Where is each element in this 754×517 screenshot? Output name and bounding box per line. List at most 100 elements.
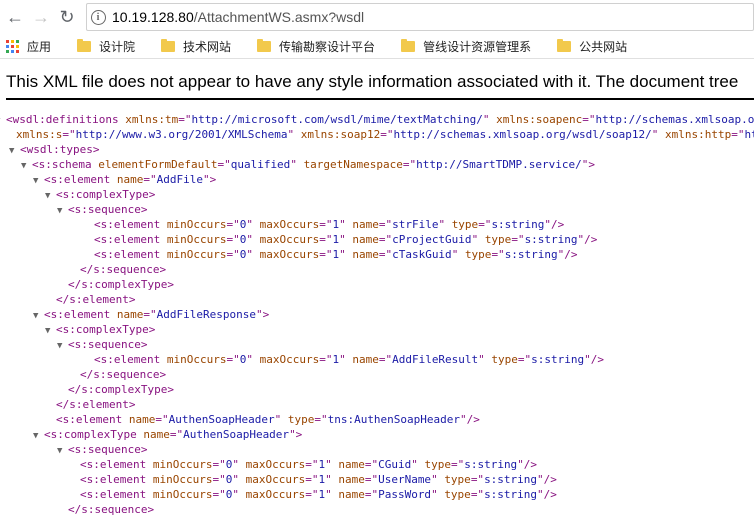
xml-line: <s:element minOccurs="0" maxOccurs="1" n… [94,352,604,367]
xml-tag: "> [202,173,217,186]
bookmark-folder-public-sites[interactable]: 公共网站 [557,38,627,55]
bookmark-apps[interactable]: 应用 [6,38,51,55]
xml-tag: "> [289,428,303,441]
xml-line: <s:element minOccurs="0" maxOccurs="1" n… [94,232,597,247]
xml-tag: <s:complexType> [56,323,156,336]
xml-val: http://schemas.xmlsoap.org/wsdl/soap12/ [393,128,652,141]
xml-tag: </s:sequence> [80,368,167,381]
xml-tag: =" [378,218,393,231]
url-bar[interactable]: i 10.19.128.80/AttachmentWS.asmx?wsdl [86,3,754,31]
xml-val: cTaskGuid [392,248,452,261]
bookmark-folder-tech-sites[interactable]: 技术网站 [161,38,231,55]
xml-line: <s:element minOccurs="0" maxOccurs="1" n… [80,487,557,502]
address-toolbar: ← → ↻ i 10.19.128.80/AttachmentWS.asmx?w… [0,0,754,34]
xml-tag: =" [378,248,393,261]
bookmark-folder-design-institute[interactable]: 设计院 [77,38,135,55]
xml-tag: <s:element [94,353,167,366]
xml-tag: " [451,248,465,261]
xml-line: ▼ <s:sequence> [57,202,147,217]
collapse-triangle-icon[interactable]: ▼ [33,429,44,444]
xml-val: s:string [491,218,545,231]
xml-attr: name [352,218,379,231]
collapse-triangle-icon[interactable]: ▼ [57,444,68,459]
xml-tag: =" [491,248,505,261]
xml-line: </s:sequence> [68,502,154,517]
collapse-triangle-icon[interactable]: ▼ [21,159,32,174]
collapse-triangle-icon[interactable]: ▼ [9,144,20,159]
xml-attr: type [464,248,492,261]
reload-icon[interactable]: ↻ [54,4,80,30]
url-text[interactable]: 10.19.128.80/AttachmentWS.asmx?wsdl [112,9,364,25]
xml-val: http://www.w3.org/2001/XMLSchema [75,128,288,141]
xml-tag: =" [378,353,393,366]
xml-line: ▼ <s:schema elementFormDefault="qualified… [21,157,595,172]
xml-tag: "> [581,158,595,171]
xml-tag: "/> [537,473,557,486]
xml-attr: maxOccurs [259,353,320,366]
collapse-triangle-icon[interactable]: ▼ [57,339,68,354]
xml-tag: " [482,113,497,126]
xml-attr: xmlns:soap12 [300,128,381,141]
xml-tag: " [325,458,339,471]
xml-tag: </s:element> [56,398,136,411]
xml-attr: minOccurs [166,353,227,366]
xml-attr: type [491,353,518,366]
collapse-triangle-icon[interactable]: ▼ [45,324,56,339]
bookmark-label: 管线设计资源管理系 [423,39,532,54]
xml-tag: <s:complexType [44,428,144,441]
xml-attr: type [451,218,479,231]
xml-tag: "/> [460,413,480,426]
xml-tag: " [290,158,304,171]
info-icon[interactable]: i [87,6,109,28]
xml-tag: " [246,233,260,246]
xml-attr: maxOccurs [245,488,306,501]
xml-line: ▼ <s:element name="AddFile"> [33,172,216,187]
xml-tag: " [246,353,260,366]
bookmark-folder-transmission-platform[interactable]: 传输勘察设计平台 [257,38,375,55]
xml-line: <s:element minOccurs="0" maxOccurs="1" n… [94,217,564,232]
arrow-left-icon[interactable]: ← [2,4,28,30]
collapse-triangle-icon[interactable]: ▼ [57,204,68,219]
xml-tag: <s:element [80,473,153,486]
xml-attr: name [338,458,365,471]
xml-attr: name [128,413,156,426]
xml-tag: " [431,488,445,501]
xml-tag: " [431,473,445,486]
xml-tag: " [287,128,301,141]
xml-tag: =" [217,158,231,171]
arrow-right-icon[interactable]: → [28,4,54,30]
xml-tag: " [339,248,353,261]
xml-tag: " [478,353,492,366]
xml-tag: " [471,233,485,246]
xml-tag: " [325,473,339,486]
xml-val: s:string [484,473,538,486]
collapse-triangle-icon[interactable]: ▼ [33,309,44,324]
xml-tag: </s:sequence> [80,263,167,276]
bookmark-label: 技术网站 [183,39,232,54]
xml-style-notice: This XML file does not appear to have an… [6,72,739,91]
collapse-triangle-icon[interactable]: ▼ [33,174,44,189]
xml-val: AuthenSoapHeader [168,413,275,426]
url-host: 10.19.128.80 [112,9,194,25]
xml-attr: maxOccurs [259,233,320,246]
xml-tag: =" [364,473,379,486]
xml-tag: =" [62,128,76,141]
xml-attr: type [444,473,471,486]
xml-val: UserName [378,473,432,486]
xml-tag: <s:sequence> [68,338,148,351]
xml-tag: <s:schema [32,158,99,171]
apps-grid-icon [6,39,19,53]
xml-attr: name [338,473,365,486]
xml-val: s:string [531,353,585,366]
notice-divider [6,98,754,100]
xml-val: AddFileResult [392,353,479,366]
xml-attr: type [424,458,451,471]
xml-tag: "/> [544,218,565,231]
folder-icon [161,38,176,52]
xml-tag: <s:element [80,458,153,471]
xml-tag: " [411,458,425,471]
browser-chrome: ← → ↻ i 10.19.128.80/AttachmentWS.asmx?w… [0,0,754,59]
collapse-triangle-icon[interactable]: ▼ [45,189,56,204]
bookmark-folder-pipeline-resource[interactable]: 管线设计资源管理系 [401,38,531,55]
xml-tag: " [232,458,246,471]
